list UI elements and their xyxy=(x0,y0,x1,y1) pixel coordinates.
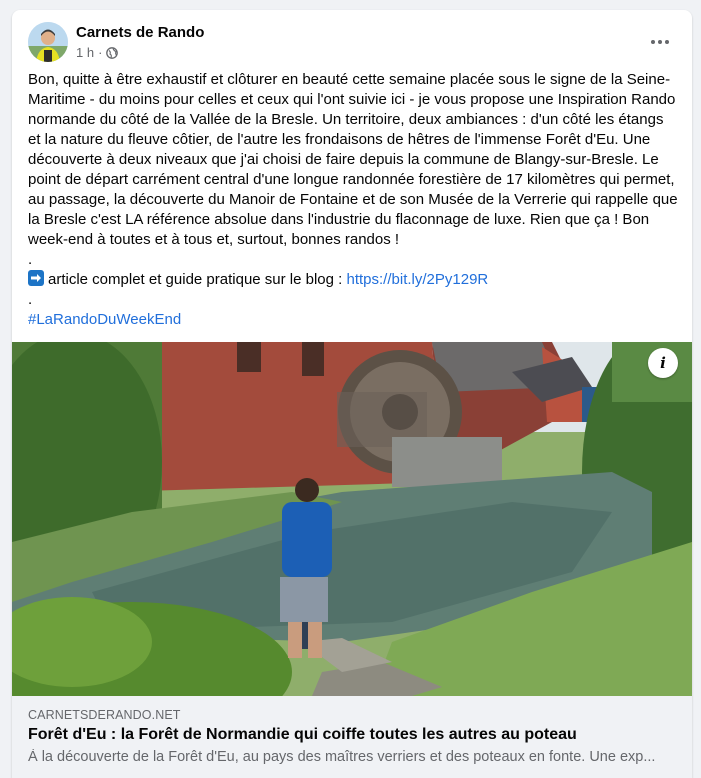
post-paragraph: Bon, quitte à être exhaustif et clôturer… xyxy=(28,71,678,248)
separator-dot: . xyxy=(28,251,33,268)
link-title[interactable]: Forêt d'Eu : la Forêt de Normandie qui c… xyxy=(28,726,577,744)
meta-separator: · xyxy=(98,45,103,60)
link-preview-card[interactable]: CARNETSDERANDO.NET Forêt d'Eu : la Forêt… xyxy=(12,696,692,778)
dot-icon xyxy=(651,40,655,44)
post-body: Bon, quitte à être exhaustif et clôturer… xyxy=(28,70,680,330)
avatar[interactable] xyxy=(28,22,68,62)
post-photo[interactable] xyxy=(12,342,692,696)
dot-icon xyxy=(665,40,669,44)
info-button[interactable]: i xyxy=(648,348,678,378)
article-link[interactable]: https://bit.ly/2Py129R xyxy=(347,271,489,288)
article-prefix: article complet et guide pratique sur le… xyxy=(48,271,347,288)
right-arrow-icon xyxy=(28,270,44,286)
post-time[interactable]: 1 h xyxy=(76,45,94,60)
separator-dot: . xyxy=(28,291,33,308)
hashtag-link[interactable]: #LaRandoDuWeekEnd xyxy=(28,311,181,328)
link-description: À la découverte de la Forêt d'Eu, au pay… xyxy=(28,749,656,765)
dot-icon xyxy=(658,40,662,44)
more-options-button[interactable] xyxy=(644,26,676,58)
post-header: Carnets de Rando 1 h · xyxy=(28,22,680,66)
globe-icon xyxy=(106,46,119,59)
author-name[interactable]: Carnets de Rando xyxy=(76,24,204,41)
article-line: article complet et guide pratique sur le… xyxy=(28,270,680,290)
post-meta: 1 h · xyxy=(76,45,119,60)
feed-post: Carnets de Rando 1 h · Bon, quitte à êtr… xyxy=(12,10,692,778)
link-domain: CARNETSDERANDO.NET xyxy=(28,708,181,722)
